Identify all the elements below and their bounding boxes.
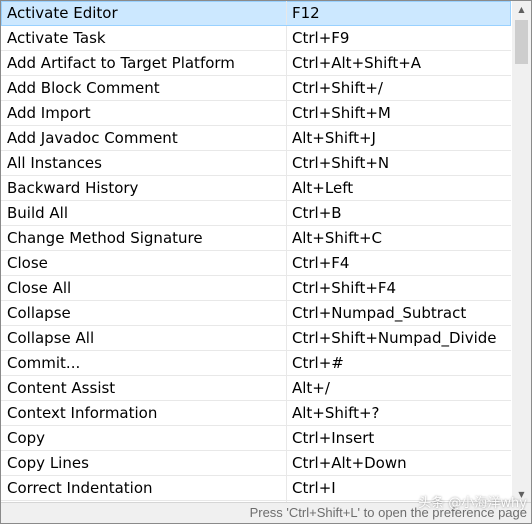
key-binding: Ctrl+# [292, 354, 344, 372]
key-bindings-list[interactable]: Activate Editor F12 Activate Task Ctrl+F9 Ad… [1, 1, 511, 503]
table-row[interactable]: Collapse Ctrl+Numpad_Subtract [1, 301, 511, 326]
chevron-up-icon[interactable]: ▲ [512, 1, 531, 18]
table-row[interactable]: Collapse All Ctrl+Shift+Numpad_Divide [1, 326, 511, 351]
table-row[interactable]: Close All Ctrl+Shift+F4 [1, 276, 511, 301]
command-name: Add Javadoc Comment [7, 129, 178, 147]
command-name: Copy Lines [7, 454, 89, 472]
watermark: 头条 @小海洋why [418, 496, 527, 511]
command-name: Change Method Signature [7, 229, 203, 247]
command-name: All Instances [7, 154, 102, 172]
table-row[interactable]: Add Artifact to Target Platform Ctrl+Alt+… [1, 51, 511, 76]
table-row[interactable]: Add Block Comment Ctrl+Shift+/ [1, 76, 511, 101]
key-binding: Alt+Shift+J [292, 129, 376, 147]
key-binding: Ctrl+B [292, 204, 342, 222]
column-divider [286, 426, 287, 450]
column-divider [286, 301, 287, 325]
column-divider [286, 1, 287, 25]
column-divider [286, 276, 287, 300]
table-row[interactable]: Build All Ctrl+B [1, 201, 511, 226]
table-row[interactable]: Add Javadoc Comment Alt+Shift+J [1, 126, 511, 151]
key-binding: Alt+Shift+C [292, 229, 383, 247]
key-binding: Ctrl+Alt+Down [292, 454, 407, 472]
column-divider [286, 376, 287, 400]
table-row[interactable]: Backward History Alt+Left [1, 176, 511, 201]
command-name: Add Block Comment [7, 79, 160, 97]
key-binding: Ctrl+F9 [292, 29, 350, 47]
vertical-scrollbar[interactable]: ▲ ▼ [512, 1, 531, 503]
key-binding: Ctrl+Shift+F4 [292, 279, 397, 297]
command-name: Commit... [7, 354, 81, 372]
key-binding: Alt+Shift+? [292, 404, 380, 422]
table-row[interactable]: Add Import Ctrl+Shift+M [1, 101, 511, 126]
command-name: Build All [7, 204, 69, 222]
command-name: Activate Editor [7, 4, 118, 22]
column-divider [286, 76, 287, 100]
table-row[interactable]: Activate Task Ctrl+F9 [1, 26, 511, 51]
table-row[interactable]: Copy Lines Ctrl+Alt+Down [1, 451, 511, 476]
key-binding: Ctrl+Shift+M [292, 104, 391, 122]
command-name: Correct Indentation [7, 479, 153, 497]
key-binding: Ctrl+Numpad_Subtract [292, 304, 467, 322]
table-row[interactable]: Copy Ctrl+Insert [1, 426, 511, 451]
column-divider [286, 26, 287, 50]
command-name: Close [7, 254, 48, 272]
command-name: Context Information [7, 404, 158, 422]
column-divider [286, 351, 287, 375]
scrollbar-thumb[interactable] [515, 20, 528, 64]
column-divider [286, 326, 287, 350]
table-row[interactable]: Close Ctrl+F4 [1, 251, 511, 276]
column-divider [286, 126, 287, 150]
key-binding: Alt+Left [292, 179, 354, 197]
command-name: Activate Task [7, 29, 106, 47]
column-divider [286, 151, 287, 175]
table-row[interactable]: Activate Editor F12 [1, 1, 511, 26]
key-binding: Ctrl+Shift+Numpad_Divide [292, 329, 497, 347]
command-name: Close All [7, 279, 72, 297]
key-binding: Ctrl+Shift+/ [292, 79, 383, 97]
key-binding: Ctrl+Insert [292, 429, 375, 447]
command-name: Add Artifact to Target Platform [7, 54, 235, 72]
column-divider [286, 476, 287, 500]
column-divider [286, 176, 287, 200]
table-row[interactable]: Change Method Signature Alt+Shift+C [1, 226, 511, 251]
key-binding: Ctrl+F4 [292, 254, 350, 272]
command-name: Collapse All [7, 329, 95, 347]
column-divider [286, 201, 287, 225]
key-bindings-panel: Activate Editor F12 Activate Task Ctrl+F9 Ad… [0, 0, 532, 524]
column-divider [286, 451, 287, 475]
column-divider [286, 401, 287, 425]
command-name: Add Import [7, 104, 91, 122]
column-divider [286, 251, 287, 275]
key-binding: F12 [292, 4, 320, 22]
command-name: Collapse [7, 304, 71, 322]
table-row[interactable]: All Instances Ctrl+Shift+N [1, 151, 511, 176]
column-divider [286, 51, 287, 75]
table-row[interactable]: Context Information Alt+Shift+? [1, 401, 511, 426]
command-name: Copy [7, 429, 46, 447]
key-binding: Alt+/ [292, 379, 330, 397]
column-divider [286, 226, 287, 250]
command-name: Content Assist [7, 379, 116, 397]
key-binding: Ctrl+Alt+Shift+A [292, 54, 422, 72]
command-name: Backward History [7, 179, 139, 197]
table-row[interactable]: Content Assist Alt+/ [1, 376, 511, 401]
column-divider [286, 101, 287, 125]
table-row[interactable]: Commit... Ctrl+# [1, 351, 511, 376]
key-binding: Ctrl+Shift+N [292, 154, 390, 172]
